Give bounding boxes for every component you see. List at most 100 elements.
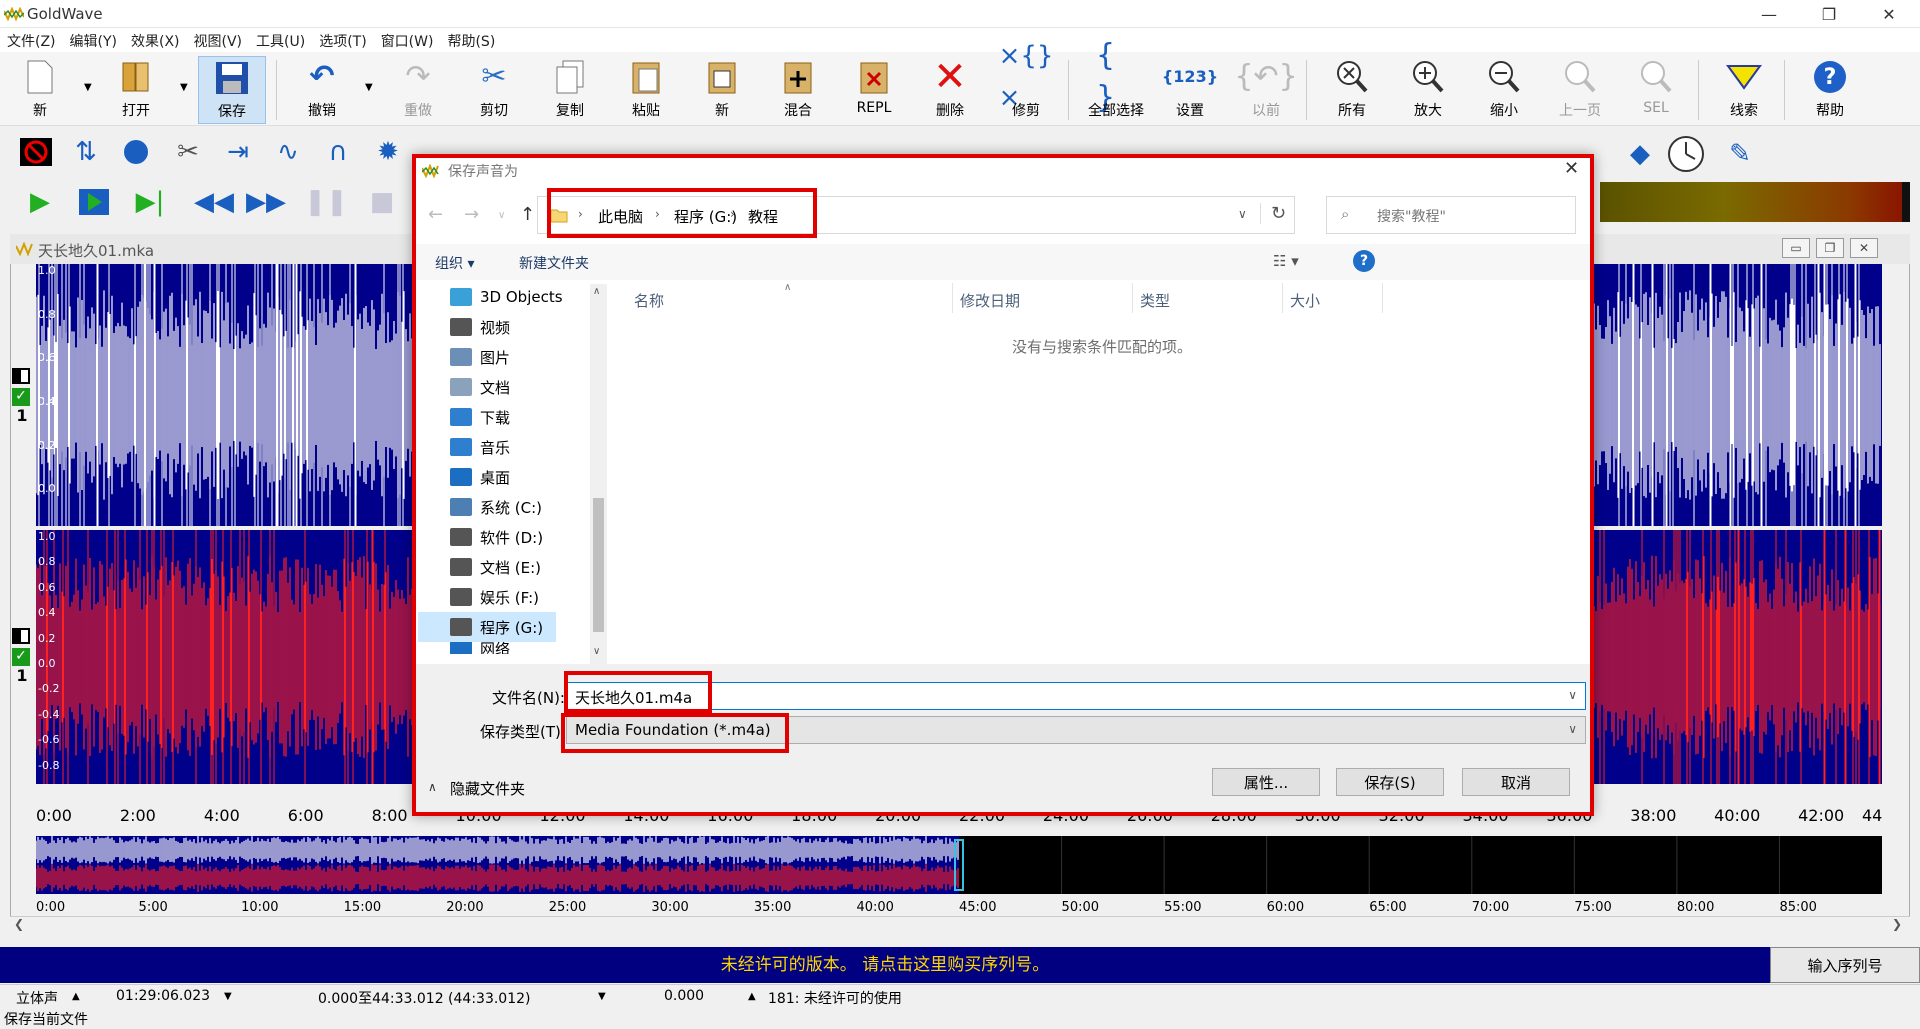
play-icon[interactable]: ▶ bbox=[20, 182, 60, 222]
nav-item[interactable]: 系统 (C:) bbox=[450, 492, 542, 522]
settings-gear-icon[interactable]: ✹ bbox=[368, 132, 408, 172]
mark-icon[interactable]: ◆ bbox=[1620, 134, 1660, 174]
back-arrow-icon[interactable]: ← bbox=[428, 204, 443, 225]
nav-item[interactable]: 下载 bbox=[450, 402, 510, 432]
column-modified[interactable]: 修改日期 bbox=[960, 290, 1020, 311]
scroll-left-icon[interactable]: ❮ bbox=[14, 917, 24, 931]
zoom-in-button[interactable]: 放大 bbox=[1394, 56, 1462, 124]
nav-scroll-down-icon[interactable]: ∨ bbox=[593, 646, 600, 657]
overview-bar[interactable] bbox=[35, 836, 1882, 894]
navigation-scrollbar[interactable]: ∧ ∨ bbox=[590, 284, 607, 664]
stop-icon[interactable]: ■ bbox=[362, 182, 402, 222]
nav-item[interactable]: 3D Objects bbox=[450, 282, 563, 312]
mute-effect-icon[interactable] bbox=[16, 132, 56, 172]
status-position-caret-icon[interactable]: ▲ bbox=[748, 991, 756, 1002]
paste-new-button[interactable]: 新 bbox=[688, 56, 756, 124]
nav-item[interactable]: 音乐 bbox=[450, 432, 510, 462]
nav-item[interactable]: 桌面 bbox=[450, 462, 510, 492]
dialog-help-icon[interactable]: ? bbox=[1353, 250, 1375, 272]
nav-item[interactable]: 文档 bbox=[450, 372, 510, 402]
redo-button[interactable]: ↷ 重做 bbox=[384, 56, 452, 124]
nav-item[interactable]: 软件 (D:) bbox=[450, 522, 543, 552]
address-dropdown-chevron-down-icon[interactable]: ∨ bbox=[1238, 207, 1247, 221]
speech-icon[interactable]: ✎ bbox=[1720, 134, 1760, 174]
nav-item[interactable]: 网络 bbox=[450, 642, 510, 654]
hide-folders-toggle[interactable]: 隐藏文件夹 bbox=[450, 778, 525, 799]
trim-button[interactable]: ×{}× 修剪 bbox=[992, 41, 1060, 124]
breadcrumb-tutorial[interactable]: 教程 bbox=[748, 206, 778, 227]
column-name[interactable]: 名称 bbox=[634, 290, 664, 311]
filename-input[interactable]: 天长地久01.m4a ∨ bbox=[566, 682, 1586, 710]
play-to-end-icon[interactable]: ▶| bbox=[130, 182, 170, 222]
undo-dropdown-chevron-down-icon[interactable]: ▼ bbox=[365, 82, 373, 93]
doc-close-button[interactable]: ✕ bbox=[1850, 238, 1878, 258]
horizontal-scrollbar[interactable]: ❮ ❯ bbox=[10, 916, 1910, 934]
doc-minimize-button[interactable]: ▭ bbox=[1782, 238, 1810, 258]
menu-tools[interactable]: 工具(U) bbox=[249, 28, 312, 54]
column-size[interactable]: 大小 bbox=[1290, 290, 1320, 311]
menu-effects[interactable]: 效果(X) bbox=[124, 28, 187, 54]
open-button[interactable]: 打开 bbox=[102, 56, 170, 124]
new-button[interactable]: 新 bbox=[6, 56, 74, 124]
minimize-button[interactable]: — bbox=[1746, 0, 1792, 28]
search-box[interactable]: ⌕ 搜索"教程" bbox=[1326, 196, 1576, 234]
replace-button[interactable]: REPL bbox=[840, 56, 908, 124]
nav-scroll-up-icon[interactable]: ∧ bbox=[593, 286, 600, 297]
waveform-effect-icon[interactable]: ∿ bbox=[268, 132, 308, 172]
nav-item[interactable]: 文档 (E:) bbox=[450, 552, 541, 582]
invert-effect-icon[interactable]: ∩ bbox=[318, 132, 358, 172]
new-dropdown-chevron-down-icon[interactable]: ▼ bbox=[84, 82, 92, 93]
forward-arrow-icon[interactable]: → bbox=[464, 204, 479, 225]
doppler-effect-icon[interactable] bbox=[116, 132, 156, 172]
restore-button[interactable]: ❐ bbox=[1806, 0, 1852, 28]
zoom-all-button[interactable]: 所有 bbox=[1318, 56, 1386, 124]
hide-folders-chevron-up-icon[interactable]: ∧ bbox=[428, 780, 437, 794]
menu-view[interactable]: 视图(V) bbox=[187, 28, 250, 54]
paste-button[interactable]: 粘贴 bbox=[612, 56, 680, 124]
nav-item[interactable]: 视频 bbox=[450, 312, 510, 342]
filetype-select[interactable]: Media Foundation (*.m4a) ∨ bbox=[566, 716, 1586, 744]
menu-edit[interactable]: 编辑(Y) bbox=[63, 28, 124, 54]
status-selection-caret-icon[interactable]: ▼ bbox=[598, 991, 606, 1002]
zoom-out-button[interactable]: 缩小 bbox=[1470, 56, 1538, 124]
set-button[interactable]: {123} 设置 bbox=[1156, 56, 1224, 124]
status-length-caret-icon[interactable]: ▼ bbox=[224, 991, 232, 1002]
nav-item[interactable]: 程序 (G:) bbox=[418, 612, 556, 642]
cue-button[interactable]: 线索 bbox=[1710, 56, 1778, 124]
previous-button[interactable]: {↶} 以前 bbox=[1232, 56, 1300, 124]
fast-forward-icon[interactable]: ▶▶ bbox=[246, 182, 286, 222]
column-type[interactable]: 类型 bbox=[1140, 290, 1170, 311]
nav-item[interactable]: 图片 bbox=[450, 342, 510, 372]
prev-page-button[interactable]: 上一页 bbox=[1546, 56, 1614, 124]
filetype-dropdown-chevron-down-icon[interactable]: ∨ bbox=[1568, 722, 1577, 736]
view-options-icon[interactable]: ☷ ▾ bbox=[1273, 252, 1299, 270]
pause-icon[interactable]: ❚❚ bbox=[304, 182, 348, 222]
cut-button[interactable]: ✂ 剪切 bbox=[460, 56, 528, 124]
undo-button[interactable]: ↶ 撤销 bbox=[288, 56, 356, 124]
select-all-button[interactable]: { } 全部选择 bbox=[1080, 38, 1152, 124]
close-button[interactable]: ✕ bbox=[1866, 0, 1912, 28]
breadcrumb-this-pc[interactable]: 此电脑 bbox=[598, 206, 643, 227]
new-folder-button[interactable]: 新建文件夹 bbox=[519, 253, 589, 273]
menu-help[interactable]: 帮助(S) bbox=[440, 28, 502, 54]
menu-options[interactable]: 选项(T) bbox=[312, 28, 373, 54]
copy-button[interactable]: 复制 bbox=[536, 56, 604, 124]
address-bar[interactable]: › 此电脑 › 程序 (G:) › 教程 ∨ ↻ bbox=[537, 196, 1295, 234]
channel-2-checkbox[interactable]: ✓ bbox=[12, 648, 30, 666]
nav-item[interactable]: 娱乐 (F:) bbox=[450, 582, 539, 612]
channel-1-checkbox[interactable]: ✓ bbox=[12, 388, 30, 406]
dialog-save-button[interactable]: 保存(S) bbox=[1336, 768, 1444, 796]
save-button[interactable]: 保存 bbox=[198, 56, 266, 124]
enter-serial-button[interactable]: 输入序列号 bbox=[1770, 947, 1920, 983]
channel-2-toggle[interactable] bbox=[12, 628, 30, 644]
recent-locations-chevron-down-icon[interactable]: ∨ bbox=[498, 210, 505, 221]
delete-button[interactable]: ✕ 删除 bbox=[916, 56, 984, 124]
status-channels-caret-icon[interactable]: ▲ bbox=[72, 991, 80, 1002]
menu-file[interactable]: 文件(Z) bbox=[0, 28, 63, 54]
channel-1-toggle[interactable] bbox=[12, 368, 30, 384]
nav-scroll-thumb[interactable] bbox=[593, 498, 604, 632]
rewind-icon[interactable]: ◀◀ bbox=[194, 182, 234, 222]
up-arrow-icon[interactable]: ↑ bbox=[520, 204, 535, 225]
clock-icon[interactable] bbox=[1666, 134, 1706, 174]
filename-dropdown-chevron-down-icon[interactable]: ∨ bbox=[1568, 688, 1577, 702]
